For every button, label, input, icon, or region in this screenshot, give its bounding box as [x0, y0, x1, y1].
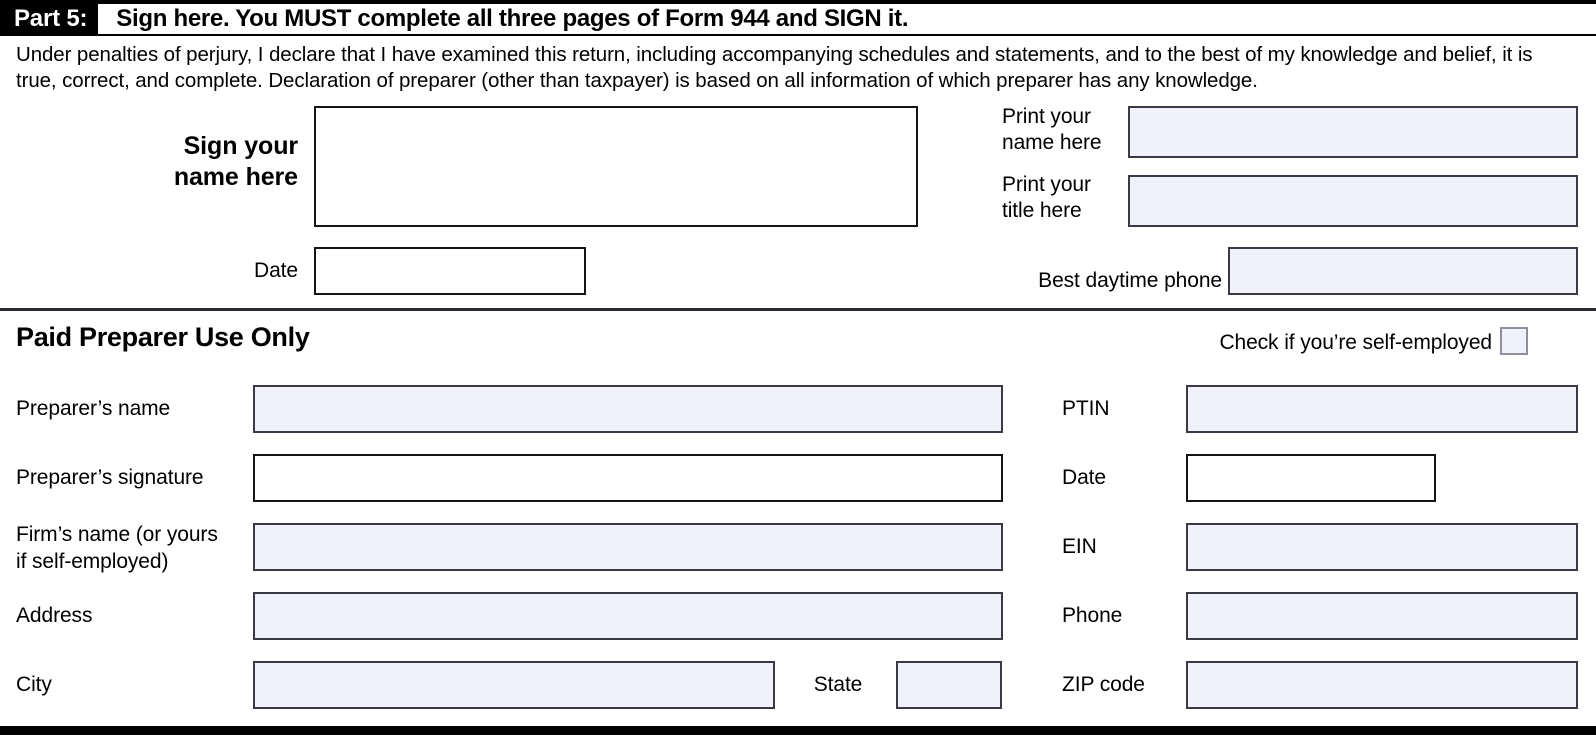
- print-title-label-line2: title here: [1002, 199, 1082, 222]
- preparer-phone-field[interactable]: [1186, 592, 1578, 640]
- signature-date-label: Date: [254, 259, 298, 282]
- firms-name-label-line2: if self-employed): [16, 550, 169, 573]
- preparers-name-field[interactable]: [253, 385, 1003, 433]
- ein-field[interactable]: [1186, 523, 1578, 571]
- signature-field[interactable]: [314, 106, 918, 227]
- sign-name-label: Sign your name here: [40, 131, 298, 193]
- preparers-signature-field[interactable]: [253, 454, 1003, 502]
- sign-name-label-line1: Sign your: [183, 132, 298, 160]
- print-title-label-line1: Print your: [1002, 173, 1091, 196]
- ein-label: EIN: [1062, 535, 1097, 558]
- ptin-label: PTIN: [1062, 397, 1110, 420]
- zip-code-field[interactable]: [1186, 661, 1578, 709]
- part-number-tag: Part 5:: [0, 4, 99, 34]
- state-field[interactable]: [896, 661, 1002, 709]
- preparers-name-label: Preparer’s name: [16, 397, 171, 420]
- form-944-part5: Part 5: Sign here. You MUST complete all…: [0, 0, 1596, 744]
- header-underline: [0, 34, 1596, 36]
- preparer-date-field[interactable]: [1186, 454, 1436, 502]
- preparer-phone-label: Phone: [1062, 604, 1123, 627]
- self-employed-checkbox[interactable]: [1500, 327, 1528, 355]
- firms-name-label: Firm’s name (or yours if self-employed): [16, 521, 254, 575]
- part-title: Sign here. You MUST complete all three p…: [116, 5, 909, 32]
- paid-preparer-divider: [0, 308, 1596, 311]
- firms-name-label-line1: Firm’s name (or yours: [16, 523, 218, 546]
- best-daytime-phone-field[interactable]: [1228, 247, 1578, 295]
- print-name-label-line1: Print your: [1002, 105, 1091, 128]
- part-5-header: Part 5: Sign here. You MUST complete all…: [0, 4, 1596, 34]
- city-field[interactable]: [253, 661, 775, 709]
- city-label: City: [16, 673, 52, 696]
- bottom-rule: [0, 726, 1596, 735]
- best-daytime-phone-label: Best daytime phone: [1038, 269, 1222, 292]
- firms-name-field[interactable]: [253, 523, 1003, 571]
- print-title-label: Print your title here: [1002, 172, 1126, 224]
- sign-name-label-line2: name here: [173, 163, 298, 191]
- address-label: Address: [16, 604, 93, 627]
- ptin-field[interactable]: [1186, 385, 1578, 433]
- print-name-field[interactable]: [1128, 106, 1578, 158]
- preparers-signature-label: Preparer’s signature: [16, 466, 204, 489]
- zip-code-label: ZIP code: [1062, 673, 1145, 696]
- print-name-label-line2: name here: [1002, 131, 1102, 154]
- preparer-date-label: Date: [1062, 466, 1106, 489]
- state-label: State: [813, 673, 863, 696]
- paid-preparer-title: Paid Preparer Use Only: [16, 322, 310, 352]
- perjury-statement: Under penalties of perjury, I declare th…: [16, 43, 1533, 92]
- signature-date-field[interactable]: [314, 247, 586, 295]
- print-title-field[interactable]: [1128, 175, 1578, 227]
- print-name-label: Print your name here: [1002, 104, 1126, 156]
- self-employed-label: Check if you’re self-employed: [1219, 331, 1492, 354]
- address-field[interactable]: [253, 592, 1003, 640]
